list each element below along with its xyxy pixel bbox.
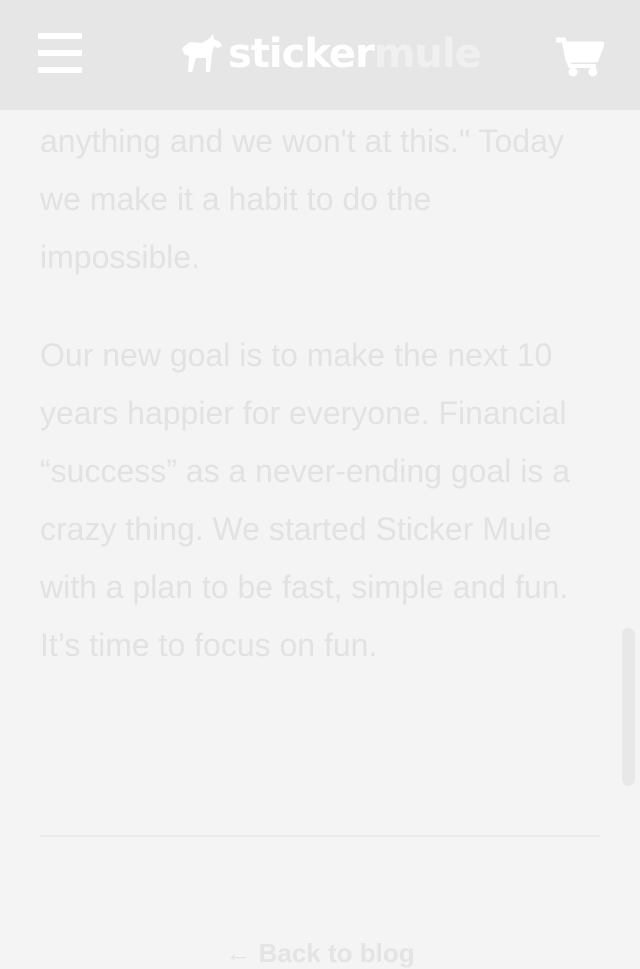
- article-body: anything and we won't at this." Today we…: [40, 110, 600, 674]
- sticker-mule-logo[interactable]: stickermule: [180, 26, 482, 82]
- article-paragraph: anything and we won't at this." Today we…: [40, 123, 564, 275]
- mule-logo-icon: [182, 34, 222, 72]
- section-divider: [40, 835, 600, 837]
- article-paragraph: Our new goal is to make the next 10 year…: [40, 337, 571, 663]
- scrollbar-thumb[interactable]: [622, 628, 635, 786]
- back-to-blog-link[interactable]: ← Back to blog: [0, 938, 640, 969]
- shopping-cart-icon[interactable]: [556, 36, 605, 78]
- hamburger-menu-icon[interactable]: [38, 33, 82, 73]
- top-nav-bar: stickermule: [0, 0, 640, 110]
- logo-text-mule: mule: [373, 31, 482, 77]
- logo-text-sticker: sticker: [228, 31, 375, 77]
